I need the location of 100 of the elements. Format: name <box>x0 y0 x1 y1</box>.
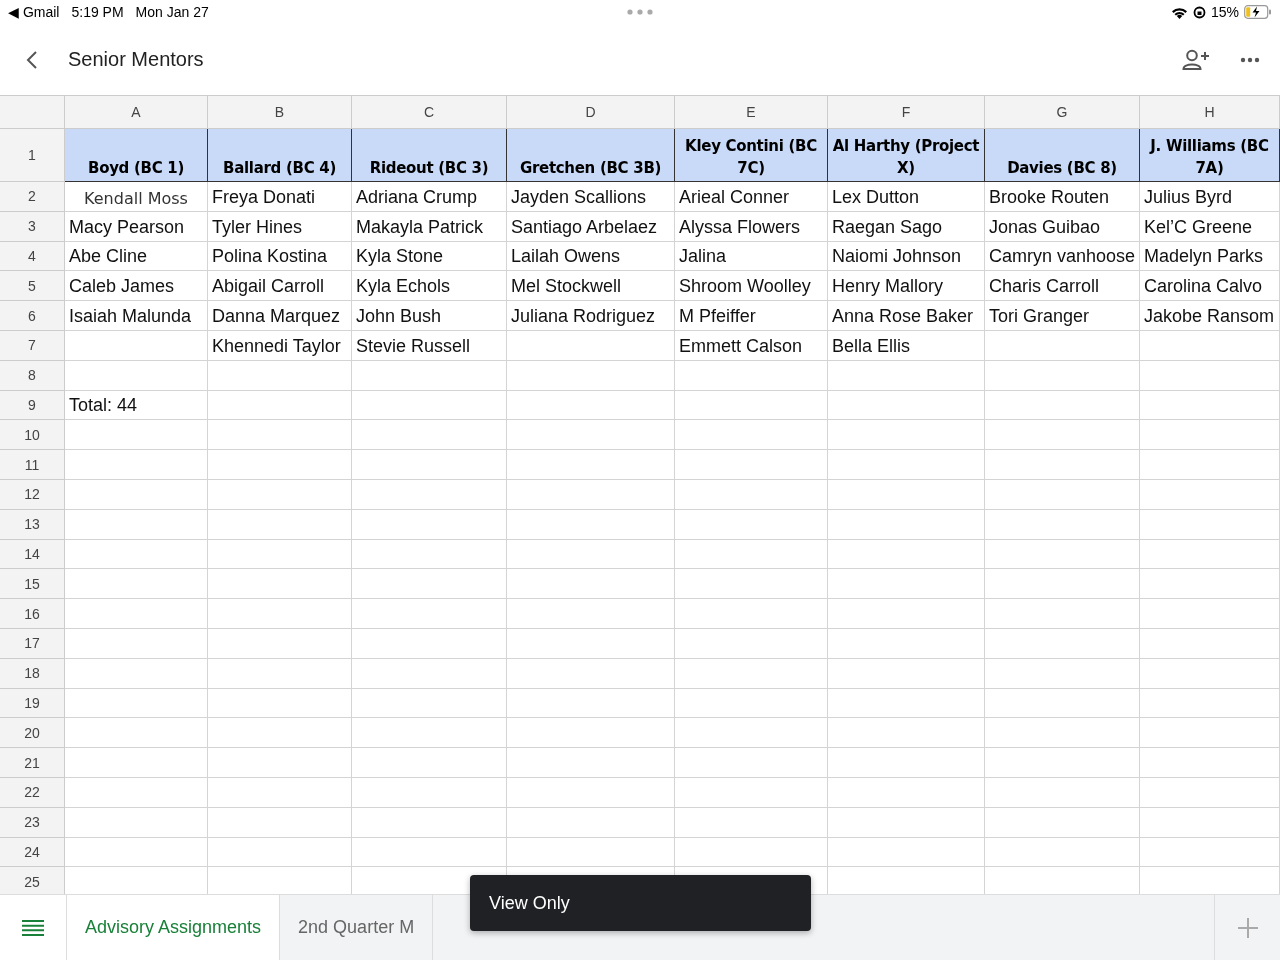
table-cell: Abigail Carroll <box>208 271 352 302</box>
table-cell: Anna Rose Baker <box>828 301 985 331</box>
row-header[interactable]: 24 <box>0 837 65 868</box>
sheet-tab[interactable]: Advisory Assignments <box>67 895 281 960</box>
row-header[interactable]: 21 <box>0 748 65 778</box>
row-header[interactable]: 11 <box>0 450 65 480</box>
battery-percentage: 15% <box>1210 4 1239 20</box>
status-time: 5:19 PM <box>71 4 124 20</box>
battery-charging-icon <box>1244 5 1272 19</box>
row-header[interactable]: 1 <box>0 129 65 182</box>
table-cell: Brooke Routen <box>985 182 1140 212</box>
table-cell: Raegan Sago <box>828 211 985 242</box>
table-cell: Khennedi Taylor <box>208 331 352 361</box>
header-cell: Al Harthy (Project X) <box>828 129 985 182</box>
table-cell: Kyla Echols <box>352 271 507 302</box>
table-cell: Caleb James <box>65 271 208 302</box>
table-cell: Henry Mallory <box>828 271 985 302</box>
view-only-toast: View Only <box>470 875 811 931</box>
table-cell: Total: 44 <box>65 390 208 421</box>
table-cell: Santiago Arbelaez <box>507 211 675 242</box>
table-cell: Alyssa Flowers <box>675 211 828 242</box>
row-header[interactable]: 25 <box>0 867 65 896</box>
column-header[interactable]: B <box>208 96 352 129</box>
table-cell: Tori Granger <box>985 301 1140 331</box>
document-title: Senior Mentors <box>68 48 204 71</box>
row-header[interactable]: 5 <box>0 271 65 302</box>
row-header[interactable]: 22 <box>0 777 65 808</box>
table-cell: Kendall Moss <box>65 182 208 212</box>
header-cell: Rideout (BC 3) <box>352 129 507 182</box>
header-cell: Ballard (BC 4) <box>208 129 352 182</box>
column-header[interactable]: C <box>352 96 507 129</box>
row-header[interactable]: 6 <box>0 301 65 331</box>
row-header[interactable]: 13 <box>0 509 65 540</box>
table-cell: Danna Marquez <box>208 301 352 331</box>
multitasking-dots-icon[interactable] <box>627 9 653 15</box>
wifi-icon <box>1170 5 1188 19</box>
row-header[interactable]: 19 <box>0 688 65 719</box>
add-person-icon[interactable] <box>1182 48 1210 71</box>
table-cell: Adriana Crump <box>352 182 507 212</box>
column-header[interactable]: H <box>1140 96 1280 129</box>
table-cell: Kel’C Greene <box>1140 211 1280 242</box>
column-header[interactable]: A <box>65 96 208 129</box>
row-header[interactable]: 18 <box>0 658 65 689</box>
table-cell: Abe Cline <box>65 241 208 272</box>
table-cell: Stevie Russell <box>352 331 507 361</box>
header-cell: Gretchen (BC 3B) <box>507 129 675 182</box>
table-cell: Jonas Guibao <box>985 211 1140 242</box>
row-header[interactable]: 17 <box>0 628 65 659</box>
row-header[interactable]: 15 <box>0 569 65 600</box>
status-date: Mon Jan 27 <box>135 4 209 20</box>
table-cell: Carolina Calvo <box>1140 271 1280 302</box>
row-header[interactable]: 4 <box>0 241 65 272</box>
row-header[interactable]: 2 <box>0 182 65 212</box>
table-cell: Lailah Owens <box>507 241 675 272</box>
table-cell: Juliana Rodriguez <box>507 301 675 331</box>
header-cell: Davies (BC 8) <box>985 129 1140 182</box>
table-cell: Polina Kostina <box>208 241 352 272</box>
row-header[interactable]: 10 <box>0 420 65 451</box>
row-header[interactable]: 12 <box>0 479 65 510</box>
row-header[interactable]: 7 <box>0 331 65 361</box>
table-cell: Naiomi Johnson <box>828 241 985 272</box>
column-header[interactable]: E <box>675 96 828 129</box>
back-to-app-link[interactable]: ◀ Gmail <box>8 4 60 20</box>
row-header[interactable]: 16 <box>0 599 65 629</box>
row-header[interactable]: 3 <box>0 211 65 242</box>
table-cell: Macy Pearson <box>65 211 208 242</box>
table-cell: Jakobe Ransom <box>1140 301 1280 331</box>
rotation-lock-icon <box>1192 5 1206 19</box>
header-cell: Kley Contini (BC 7C) <box>675 129 828 182</box>
table-cell: Bella Ellis <box>828 331 985 361</box>
column-header[interactable]: G <box>985 96 1140 129</box>
row-header[interactable]: 9 <box>0 390 65 421</box>
table-cell: Lex Dutton <box>828 182 985 212</box>
row-header[interactable]: 23 <box>0 807 65 838</box>
column-header[interactable]: D <box>507 96 675 129</box>
table-cell: Isaiah Malunda <box>65 301 208 331</box>
back-icon[interactable] <box>26 49 38 70</box>
row-header[interactable]: 20 <box>0 718 65 749</box>
table-cell: Kyla Stone <box>352 241 507 272</box>
table-cell: Mel Stockwell <box>507 271 675 302</box>
table-cell: Makayla Patrick <box>352 211 507 242</box>
table-cell: Charis Carroll <box>985 271 1140 302</box>
table-cell: Madelyn Parks <box>1140 241 1280 272</box>
table-cell: Jalina <box>675 241 828 272</box>
table-cell: Tyler Hines <box>208 211 352 242</box>
header-cell: Boyd (BC 1) <box>65 129 208 182</box>
table-cell: Emmett Calson <box>675 331 828 361</box>
table-cell: Arieal Conner <box>675 182 828 212</box>
table-cell: Jayden Scallions <box>507 182 675 212</box>
table-cell: John Bush <box>352 301 507 331</box>
table-cell: Freya Donati <box>208 182 352 212</box>
row-header[interactable]: 8 <box>0 360 65 391</box>
table-cell: Shroom Woolley <box>675 271 828 302</box>
column-header[interactable]: F <box>828 96 985 129</box>
table-cell: Camryn vanhoose <box>985 241 1140 272</box>
row-header[interactable]: 14 <box>0 539 65 570</box>
more-options-icon[interactable] <box>1240 56 1260 63</box>
table-cell: Julius Byrd <box>1140 182 1280 212</box>
table-cell: M Pfeiffer <box>675 301 828 331</box>
sheet-list-icon[interactable] <box>22 919 44 936</box>
